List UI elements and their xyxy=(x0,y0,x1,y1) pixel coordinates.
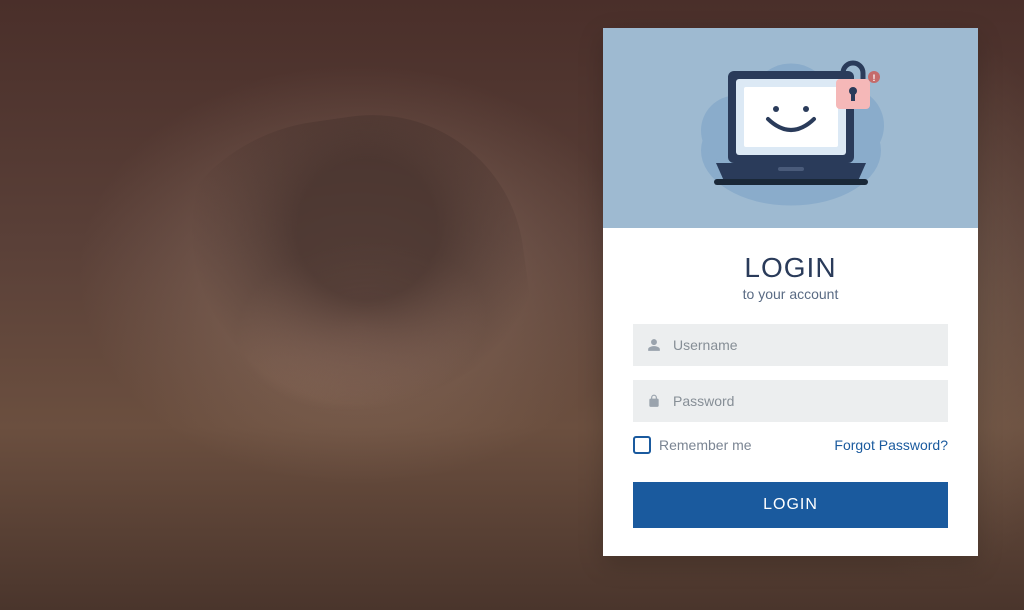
options-row: Remember me Forgot Password? xyxy=(633,436,948,454)
password-field-wrap xyxy=(633,380,948,422)
username-input[interactable] xyxy=(633,324,948,366)
login-title: LOGIN xyxy=(633,252,948,284)
laptop-lock-illustration: ! xyxy=(696,53,886,203)
user-icon xyxy=(647,338,661,352)
login-card: ! LOGIN to your account Remember me Forg… xyxy=(603,28,978,556)
remember-me-toggle[interactable]: Remember me xyxy=(633,436,752,454)
lock-icon xyxy=(647,394,661,408)
remember-me-label: Remember me xyxy=(659,437,752,453)
username-field-wrap xyxy=(633,324,948,366)
login-button[interactable]: LOGIN xyxy=(633,482,948,528)
checkbox-icon xyxy=(633,436,651,454)
card-body: LOGIN to your account Remember me Forgot… xyxy=(603,228,978,556)
forgot-password-link[interactable]: Forgot Password? xyxy=(834,437,948,453)
password-input[interactable] xyxy=(633,380,948,422)
login-subtitle: to your account xyxy=(633,286,948,302)
svg-text:!: ! xyxy=(872,73,875,83)
card-illustration-header: ! xyxy=(603,28,978,228)
